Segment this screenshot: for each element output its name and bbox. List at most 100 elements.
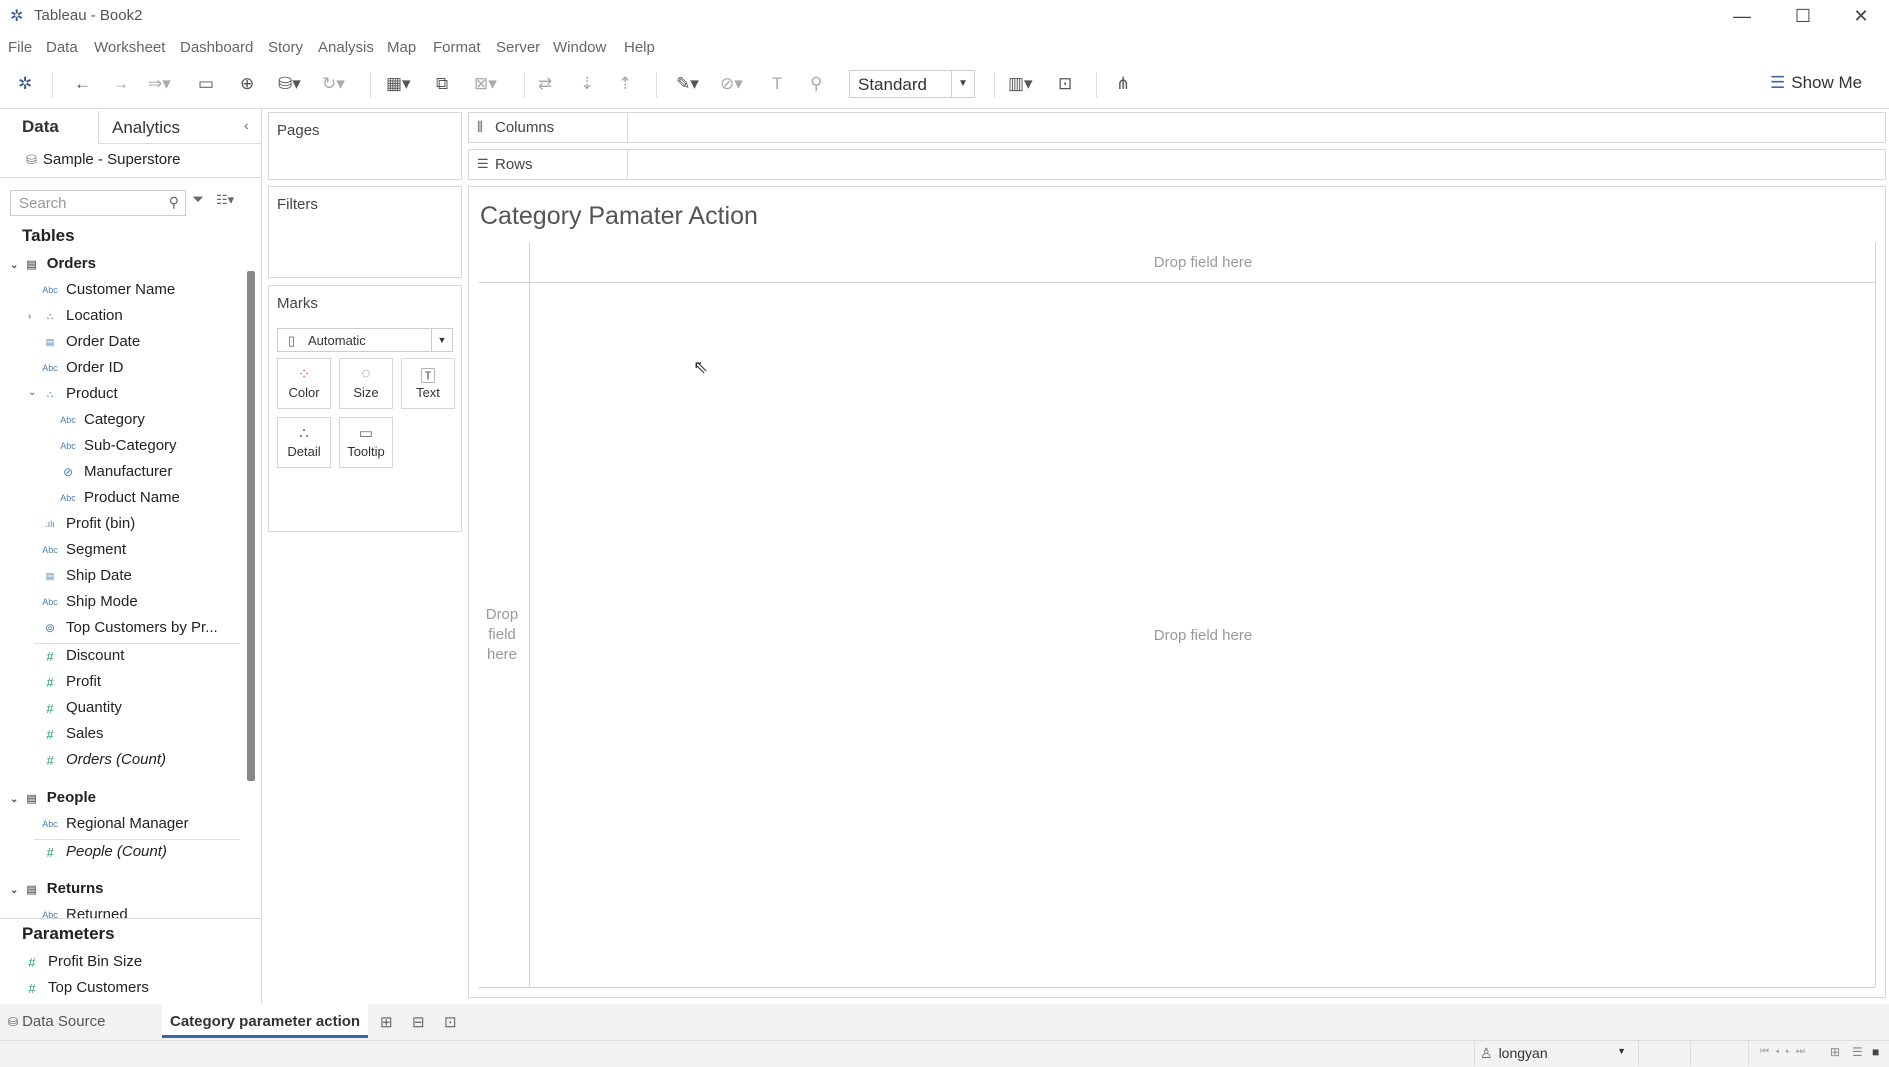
field-order-date[interactable]: ▤ Order Date: [40, 333, 140, 357]
field-ship-date[interactable]: ▤ Ship Date: [40, 567, 132, 591]
worksheet-title[interactable]: Category Pamater Action: [480, 202, 758, 231]
mark-type-select[interactable]: ▯ Automatic ▼: [277, 328, 453, 352]
refresh-icon[interactable]: ↻▾: [322, 74, 345, 94]
menu-format[interactable]: Format: [433, 39, 481, 56]
show-me-button[interactable]: ☰ Show Me: [1770, 73, 1862, 93]
swap-rows-columns-icon[interactable]: ⇄: [538, 74, 552, 94]
menu-story[interactable]: Story: [268, 39, 303, 56]
cards-visibility-icon[interactable]: ▥▾: [1008, 74, 1033, 94]
field-sub-category[interactable]: Abc Sub-Category: [58, 437, 176, 461]
drop-zone-center[interactable]: Drop field here: [1100, 627, 1306, 644]
field-top-customers-set[interactable]: ⊚ Top Customers by Pr...: [40, 619, 218, 643]
search-box[interactable]: Search ⚲: [10, 190, 186, 216]
chevron-down-icon[interactable]: ⌄: [10, 794, 18, 805]
sheet-navigation-icons[interactable]: ⏮◂▸⏭: [1760, 1046, 1811, 1057]
scrollbar-thumb[interactable]: [247, 271, 255, 781]
columns-shelf[interactable]: ⫼ Columns: [468, 112, 1886, 143]
field-discount[interactable]: # Discount: [40, 647, 124, 671]
sort-ascending-icon[interactable]: ⇣: [580, 74, 594, 94]
menu-dashboard[interactable]: Dashboard: [180, 39, 253, 56]
worksheet-view[interactable]: [468, 186, 1886, 998]
param-profit-bin-size[interactable]: # Profit Bin Size: [22, 953, 142, 977]
menu-analysis[interactable]: Analysis: [318, 39, 374, 56]
field-profit[interactable]: # Profit: [40, 673, 101, 697]
menu-data[interactable]: Data: [46, 39, 78, 56]
size-button[interactable]: ◌ Size: [339, 358, 393, 409]
menu-server[interactable]: Server: [496, 39, 540, 56]
param-top-customers[interactable]: # Top Customers: [22, 979, 149, 1003]
field-segment[interactable]: Abc Segment: [40, 541, 126, 565]
tab-data[interactable]: Data: [22, 117, 59, 137]
redo-icon[interactable]: →: [112, 74, 129, 94]
replay-animation-icon[interactable]: ⇒▾: [148, 74, 171, 94]
tab-analytics[interactable]: Analytics: [112, 118, 180, 138]
collapse-pane-icon[interactable]: ‹: [244, 117, 249, 133]
clear-sheet-icon[interactable]: ⊠▾: [474, 74, 497, 94]
chevron-down-icon[interactable]: ▼: [1617, 1046, 1626, 1056]
field-category[interactable]: Abc Category: [58, 411, 145, 435]
field-orders-count[interactable]: # Orders (Count): [40, 751, 166, 775]
show-mark-labels-icon[interactable]: T: [772, 74, 782, 94]
maximize-button[interactable]: ☐: [1775, 2, 1831, 30]
table-orders[interactable]: ⌄ ▤ Orders: [10, 255, 96, 272]
chevron-down-icon[interactable]: ⌄: [28, 387, 36, 398]
tabs-view-icon[interactable]: ■: [1872, 1045, 1879, 1059]
field-product-name[interactable]: Abc Product Name: [58, 489, 180, 513]
new-story-icon[interactable]: ⊡: [444, 1013, 457, 1031]
close-button[interactable]: ✕: [1833, 2, 1889, 30]
highlight-icon[interactable]: ✎▾: [676, 74, 699, 94]
group-members-icon[interactable]: ⊘▾: [720, 74, 743, 94]
sheet-sorter-icon[interactable]: ⊞: [1830, 1045, 1840, 1059]
view-options-icon[interactable]: ☷▾: [216, 192, 234, 208]
menu-window[interactable]: Window: [553, 39, 606, 56]
new-dashboard-icon[interactable]: ⊟: [412, 1013, 425, 1031]
pause-updates-icon[interactable]: ⛁▾: [278, 74, 301, 94]
color-button[interactable]: ⁘ Color: [277, 358, 331, 409]
fit-select[interactable]: Standard ▼: [849, 70, 975, 98]
field-ship-mode[interactable]: Abc Ship Mode: [40, 593, 137, 617]
field-manufacturer[interactable]: ⊘ Manufacturer: [58, 463, 172, 487]
new-worksheet-icon[interactable]: ▦▾: [386, 74, 411, 94]
rows-shelf[interactable]: ☰ Rows: [468, 149, 1886, 180]
text-button[interactable]: 🅃 Text: [401, 358, 455, 409]
menu-file[interactable]: File: [8, 39, 32, 56]
duplicate-sheet-icon[interactable]: ⧉: [436, 74, 448, 94]
field-people-count[interactable]: # People (Count): [40, 843, 167, 867]
field-location[interactable]: › ⛬ Location: [28, 307, 123, 331]
undo-icon[interactable]: ←: [74, 74, 91, 94]
filters-shelf[interactable]: Filters: [268, 186, 462, 278]
field-quantity[interactable]: # Quantity: [40, 699, 122, 723]
tooltip-button[interactable]: ▭ Tooltip: [339, 417, 393, 468]
field-customer-name[interactable]: Abc Customer Name: [40, 281, 175, 305]
table-people[interactable]: ⌄ ▤ People: [10, 789, 96, 806]
fix-axes-icon[interactable]: ⚲: [810, 74, 822, 94]
share-icon[interactable]: ⋔: [1116, 74, 1130, 94]
menu-help[interactable]: Help: [624, 39, 655, 56]
presentation-mode-icon[interactable]: ⊡: [1058, 74, 1072, 94]
detail-button[interactable]: ∴ Detail: [277, 417, 331, 468]
chevron-down-icon[interactable]: ⌄: [10, 260, 18, 271]
chevron-right-icon[interactable]: ›: [28, 311, 31, 322]
data-source-tab[interactable]: ⛁ Data Source: [8, 1013, 105, 1030]
save-icon[interactable]: ▭: [198, 74, 214, 94]
field-order-id[interactable]: Abc Order ID: [40, 359, 123, 383]
tableau-home-icon[interactable]: ✲: [18, 74, 32, 94]
field-profit-bin[interactable]: .ılı Profit (bin): [40, 515, 135, 539]
search-icon[interactable]: ⚲: [169, 194, 179, 211]
chevron-down-icon[interactable]: ⌄: [10, 885, 18, 896]
chevron-down-icon[interactable]: ▼: [951, 71, 974, 97]
datasource-item[interactable]: ⛁ Sample - Superstore: [26, 151, 180, 175]
user-menu[interactable]: ♙ longyan ▼: [1480, 1045, 1626, 1062]
field-product[interactable]: ⌄ ⛬ Product: [28, 385, 118, 409]
sort-descending-icon[interactable]: ⇡: [618, 74, 632, 94]
new-worksheet-icon[interactable]: ⊞: [380, 1013, 393, 1031]
chevron-down-icon[interactable]: ▼: [431, 329, 452, 351]
minimize-button[interactable]: —: [1714, 2, 1770, 30]
filter-icon[interactable]: ⏷: [192, 191, 204, 208]
filmstrip-icon[interactable]: ☰: [1852, 1045, 1863, 1059]
sheet-tab-active[interactable]: Category parameter action: [162, 1004, 368, 1038]
field-returned[interactable]: Abc Returned: [40, 906, 127, 918]
new-datasource-icon[interactable]: ⊕: [240, 74, 254, 94]
table-returns[interactable]: ⌄ ▤ Returns: [10, 880, 103, 897]
field-regional-manager[interactable]: Abc Regional Manager: [40, 815, 188, 839]
